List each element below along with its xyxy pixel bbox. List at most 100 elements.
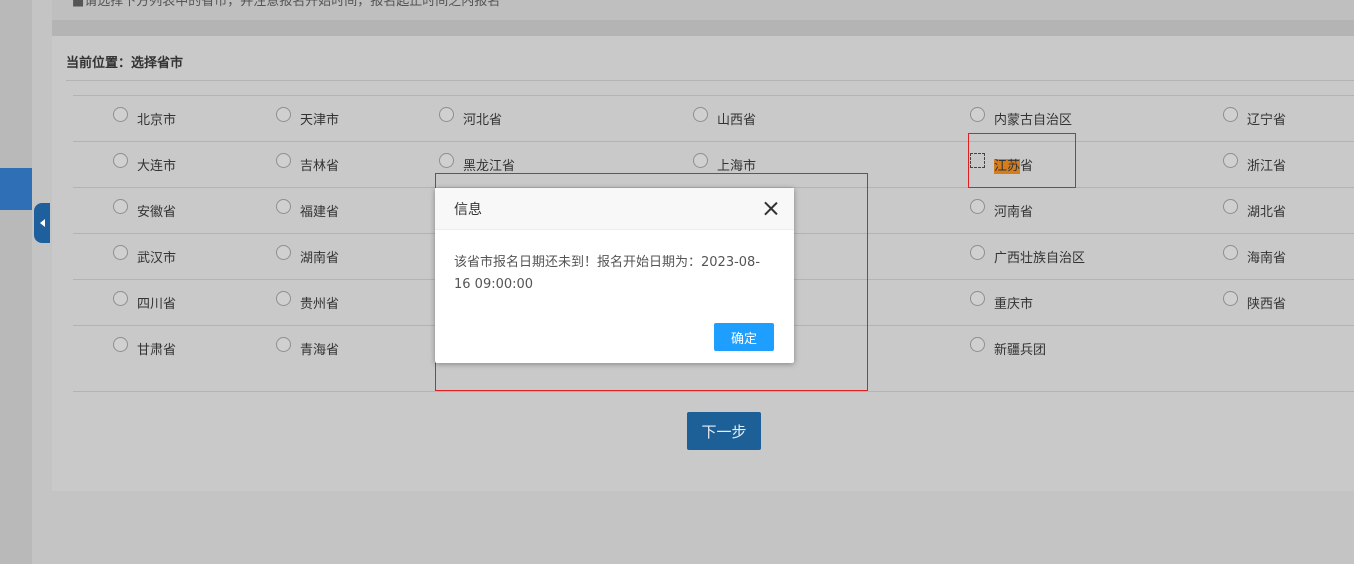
radio-button[interactable] [113, 107, 128, 122]
radio-button[interactable] [1223, 153, 1238, 168]
province-option[interactable]: 江苏省 [970, 142, 1033, 187]
province-option[interactable]: 湖南省 [276, 234, 339, 279]
province-option[interactable]: 重庆市 [970, 280, 1033, 325]
radio-button[interactable] [970, 337, 985, 352]
radio-button[interactable] [113, 291, 128, 306]
confirm-button[interactable]: 确定 [714, 323, 774, 351]
province-label: 辽宁省 [1247, 113, 1287, 128]
province-row: 北京市 天津市 河北省 山西省 内蒙古自治区 辽宁省 [73, 95, 1354, 141]
province-option[interactable]: 河南省 [970, 188, 1033, 233]
province-label: 青海省 [300, 343, 340, 358]
sidebar-active-tab[interactable] [0, 168, 32, 210]
province-label: 吉林省 [300, 159, 340, 174]
province-label: 大连市 [137, 159, 177, 174]
radio-button[interactable] [276, 153, 291, 168]
search-highlight: 江苏 [994, 159, 1021, 174]
radio-button[interactable] [276, 291, 291, 306]
province-option[interactable]: 安徽省 [113, 188, 176, 233]
divider [66, 80, 1354, 81]
province-label: 湖南省 [300, 251, 340, 266]
radio-button[interactable] [276, 337, 291, 352]
province-label: 河北省 [463, 113, 503, 128]
dialog-title: 信息 [454, 201, 482, 218]
province-label: 新疆兵团 [994, 343, 1047, 358]
province-option[interactable]: 内蒙古自治区 [970, 96, 1072, 141]
province-label: 湖北省 [1247, 205, 1287, 220]
province-label: 贵州省 [300, 297, 340, 312]
divider [52, 20, 1354, 36]
radio-button[interactable] [439, 107, 454, 122]
province-option[interactable]: 湖北省 [1223, 188, 1286, 233]
province-label: 北京市 [137, 113, 177, 128]
breadcrumb: 当前位置：选择省市 [66, 56, 184, 71]
province-option[interactable]: 广西壮族自治区 [970, 234, 1085, 279]
dialog-header: 信息 [435, 188, 794, 230]
province-option[interactable]: 贵州省 [276, 280, 339, 325]
radio-button[interactable] [970, 199, 985, 214]
radio-button[interactable] [1223, 107, 1238, 122]
province-row: 大连市 吉林省 黑龙江省 上海市 江苏省 浙江省 [73, 141, 1354, 187]
radio-button[interactable] [439, 153, 454, 168]
province-option[interactable]: 大连市 [113, 142, 176, 187]
province-label: 陕西省 [1247, 297, 1287, 312]
radio-button[interactable] [693, 107, 708, 122]
radio-button[interactable] [113, 199, 128, 214]
province-option[interactable]: 武汉市 [113, 234, 176, 279]
province-label: 安徽省 [137, 205, 177, 220]
left-rail [0, 0, 32, 564]
province-label: 海南省 [1247, 251, 1287, 266]
province-option[interactable]: 上海市 [693, 142, 756, 187]
province-label: 武汉市 [137, 251, 177, 266]
province-label: 福建省 [300, 205, 340, 220]
province-label: 江苏省 [994, 155, 1033, 174]
province-option[interactable]: 天津市 [276, 96, 339, 141]
notice-bar: ■请选择下方列表中的省市，并注意报名开始时间，报名起止时间之内报名 [52, 0, 1354, 20]
province-label: 浙江省 [1247, 159, 1287, 174]
province-option[interactable]: 山西省 [693, 96, 756, 141]
province-option[interactable]: 新疆兵团 [970, 326, 1046, 371]
province-option[interactable]: 青海省 [276, 326, 339, 371]
radio-button[interactable] [693, 153, 708, 168]
radio-button[interactable] [970, 107, 985, 122]
province-option[interactable]: 陕西省 [1223, 280, 1286, 325]
radio-button[interactable] [276, 107, 291, 122]
province-label: 天津市 [300, 113, 340, 128]
province-label: 上海市 [717, 159, 757, 174]
province-option[interactable]: 福建省 [276, 188, 339, 233]
province-label: 四川省 [137, 297, 177, 312]
next-step-button[interactable]: 下一步 [687, 412, 761, 450]
radio-button[interactable] [113, 337, 128, 352]
province-label: 内蒙古自治区 [994, 113, 1073, 128]
chevron-left-icon [39, 219, 45, 227]
province-label: 甘肃省 [137, 343, 177, 358]
close-icon[interactable] [763, 201, 778, 216]
notice-text: ■请选择下方列表中的省市，并注意报名开始时间，报名起止时间之内报名 [72, 0, 501, 9]
province-label: 山西省 [717, 113, 757, 128]
radio-button[interactable] [970, 245, 985, 260]
province-option[interactable]: 甘肃省 [113, 326, 176, 371]
province-option[interactable]: 黑龙江省 [439, 142, 515, 187]
radio-button[interactable] [113, 153, 128, 168]
radio-button[interactable] [113, 245, 128, 260]
province-option[interactable]: 浙江省 [1223, 142, 1286, 187]
radio-button[interactable] [276, 199, 291, 214]
radio-button[interactable] [1223, 199, 1238, 214]
province-option[interactable]: 北京市 [113, 96, 176, 141]
province-label: 黑龙江省 [463, 159, 516, 174]
province-option[interactable]: 辽宁省 [1223, 96, 1286, 141]
radio-button[interactable] [970, 291, 985, 306]
radio-button[interactable] [1223, 245, 1238, 260]
province-label: 河南省 [994, 205, 1034, 220]
province-option[interactable]: 吉林省 [276, 142, 339, 187]
province-option[interactable]: 四川省 [113, 280, 176, 325]
sidebar-collapse-button[interactable] [34, 203, 50, 243]
radio-button[interactable] [1223, 291, 1238, 306]
radio-button[interactable] [970, 153, 985, 168]
province-label: 重庆市 [994, 297, 1034, 312]
province-option[interactable]: 河北省 [439, 96, 502, 141]
province-label-rest: 省 [1020, 159, 1034, 174]
radio-button[interactable] [276, 245, 291, 260]
province-label: 广西壮族自治区 [994, 251, 1086, 266]
province-option[interactable]: 海南省 [1223, 234, 1286, 279]
dialog-message: 该省市报名日期还未到！报名开始日期为：2023-08-16 09:00:00 [454, 255, 761, 292]
